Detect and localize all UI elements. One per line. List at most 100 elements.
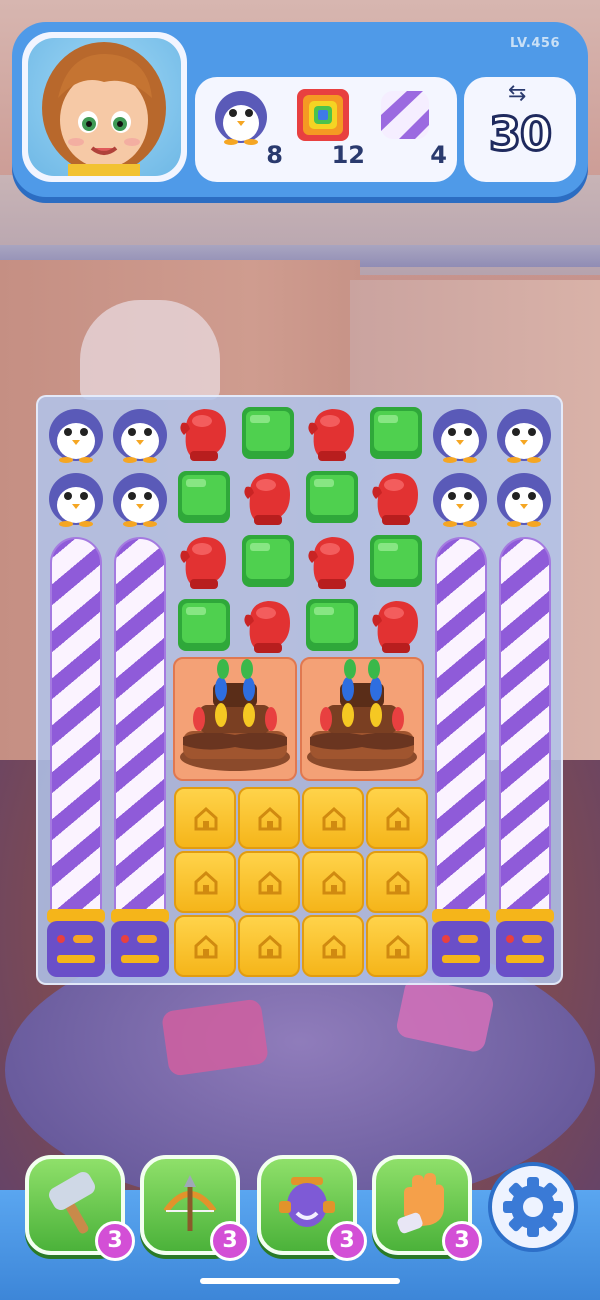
penguin-icon	[113, 409, 167, 463]
crate-tile[interactable]	[366, 787, 428, 849]
crate-tile[interactable]	[302, 787, 364, 849]
pole-base-icon	[111, 909, 169, 977]
hammer-icon	[49, 1172, 95, 1234]
crate-tile[interactable]	[174, 915, 236, 977]
penguin-tile[interactable]	[110, 467, 170, 527]
goal-penguin: 8	[205, 85, 287, 175]
penguin-tile[interactable]	[46, 403, 106, 463]
top-hud: LV.456 8 12 4 ⇆ 30	[12, 22, 588, 197]
green-block-tile[interactable]	[238, 403, 298, 463]
girl-avatar-icon	[42, 42, 166, 176]
moves-remaining: 30	[487, 106, 553, 163]
green-block-tile[interactable]	[174, 595, 234, 655]
glove-tile[interactable]	[174, 531, 234, 591]
penguin-tile[interactable]	[46, 467, 106, 527]
pole-base-icon	[496, 909, 554, 977]
crate-icon	[194, 806, 218, 831]
glove-booster-button[interactable]: 3	[372, 1155, 482, 1261]
striped-pole[interactable]	[435, 537, 487, 922]
crate-icon	[194, 870, 218, 895]
crossbow-booster-button[interactable]: 3	[140, 1155, 250, 1261]
penguin-icon	[433, 409, 487, 463]
penguin-icon	[433, 473, 487, 527]
green-block-icon	[242, 407, 294, 459]
striped-pole[interactable]	[50, 537, 102, 922]
moves-panel: ⇆ 30	[464, 77, 576, 182]
glove-tile[interactable]	[302, 531, 362, 591]
crate-tile[interactable]	[174, 787, 236, 849]
bunny-window-decoration	[80, 300, 220, 400]
booster-count-badge: 3	[210, 1221, 250, 1261]
crossbow-icon	[163, 1175, 217, 1231]
penguin-icon	[215, 91, 267, 145]
penguin-icon	[497, 473, 551, 527]
green-block-tile[interactable]	[302, 595, 362, 655]
goal-count: 12	[331, 141, 365, 169]
green-block-icon	[370, 407, 422, 459]
cake-icon	[180, 659, 290, 771]
green-block-tile[interactable]	[238, 531, 298, 591]
green-block-icon	[306, 471, 358, 523]
avatar-portrait	[28, 38, 181, 176]
home-indicator[interactable]	[200, 1278, 400, 1284]
cake-blocker[interactable]	[300, 657, 424, 781]
crate-icon	[386, 934, 410, 959]
cannon-icon	[279, 1177, 335, 1227]
hammer-booster-button[interactable]: 3	[25, 1155, 135, 1261]
player-avatar[interactable]	[22, 32, 187, 182]
game-board[interactable]	[36, 395, 563, 985]
cannon-booster-button[interactable]: 3	[257, 1155, 367, 1261]
penguin-tile[interactable]	[430, 467, 490, 527]
crate-tile[interactable]	[366, 851, 428, 913]
green-block-tile[interactable]	[302, 467, 362, 527]
glove-tile[interactable]	[366, 467, 426, 527]
glove-icon	[372, 473, 418, 525]
glove-icon	[308, 537, 354, 589]
glove-tile[interactable]	[302, 403, 362, 463]
green-block-tile[interactable]	[366, 403, 426, 463]
striped-pole[interactable]	[114, 537, 166, 922]
crate-tile[interactable]	[238, 787, 300, 849]
crate-tile[interactable]	[366, 915, 428, 977]
glove-icon	[180, 409, 226, 461]
gear-icon	[503, 1177, 563, 1237]
penguin-icon	[497, 409, 551, 463]
crate-icon	[386, 870, 410, 895]
glove-tile[interactable]	[238, 595, 298, 655]
glove-tile[interactable]	[366, 595, 426, 655]
penguin-tile[interactable]	[110, 403, 170, 463]
penguin-icon	[49, 473, 103, 527]
settings-button[interactable]	[488, 1162, 578, 1252]
crate-tile[interactable]	[302, 915, 364, 977]
penguin-tile[interactable]	[494, 403, 554, 463]
goal-count: 4	[430, 141, 447, 169]
crate-tile[interactable]	[238, 851, 300, 913]
crate-tile[interactable]	[174, 851, 236, 913]
crate-icon	[194, 934, 218, 959]
crate-tile[interactable]	[302, 851, 364, 913]
green-block-tile[interactable]	[174, 467, 234, 527]
pillow	[160, 998, 270, 1077]
glove-icon	[244, 601, 290, 653]
cake-icon	[307, 659, 417, 771]
penguin-icon	[49, 409, 103, 463]
green-block-icon	[178, 471, 230, 523]
striped-candy-icon	[381, 91, 429, 139]
crate-icon	[258, 870, 282, 895]
crate-tile[interactable]	[238, 915, 300, 977]
green-block-tile[interactable]	[366, 531, 426, 591]
green-block-icon	[370, 535, 422, 587]
glove-tile[interactable]	[238, 467, 298, 527]
glove-icon	[308, 409, 354, 461]
cake-blocker[interactable]	[173, 657, 297, 781]
goal-count: 8	[266, 141, 283, 169]
penguin-tile[interactable]	[494, 467, 554, 527]
glove-tile[interactable]	[174, 403, 234, 463]
penguin-tile[interactable]	[430, 403, 490, 463]
booster-count-badge: 3	[95, 1221, 135, 1261]
crate-icon	[258, 806, 282, 831]
crate-icon	[322, 870, 346, 895]
goal-striped-candy: 4	[369, 85, 451, 175]
pole-base-icon	[47, 909, 105, 977]
striped-pole[interactable]	[499, 537, 551, 922]
